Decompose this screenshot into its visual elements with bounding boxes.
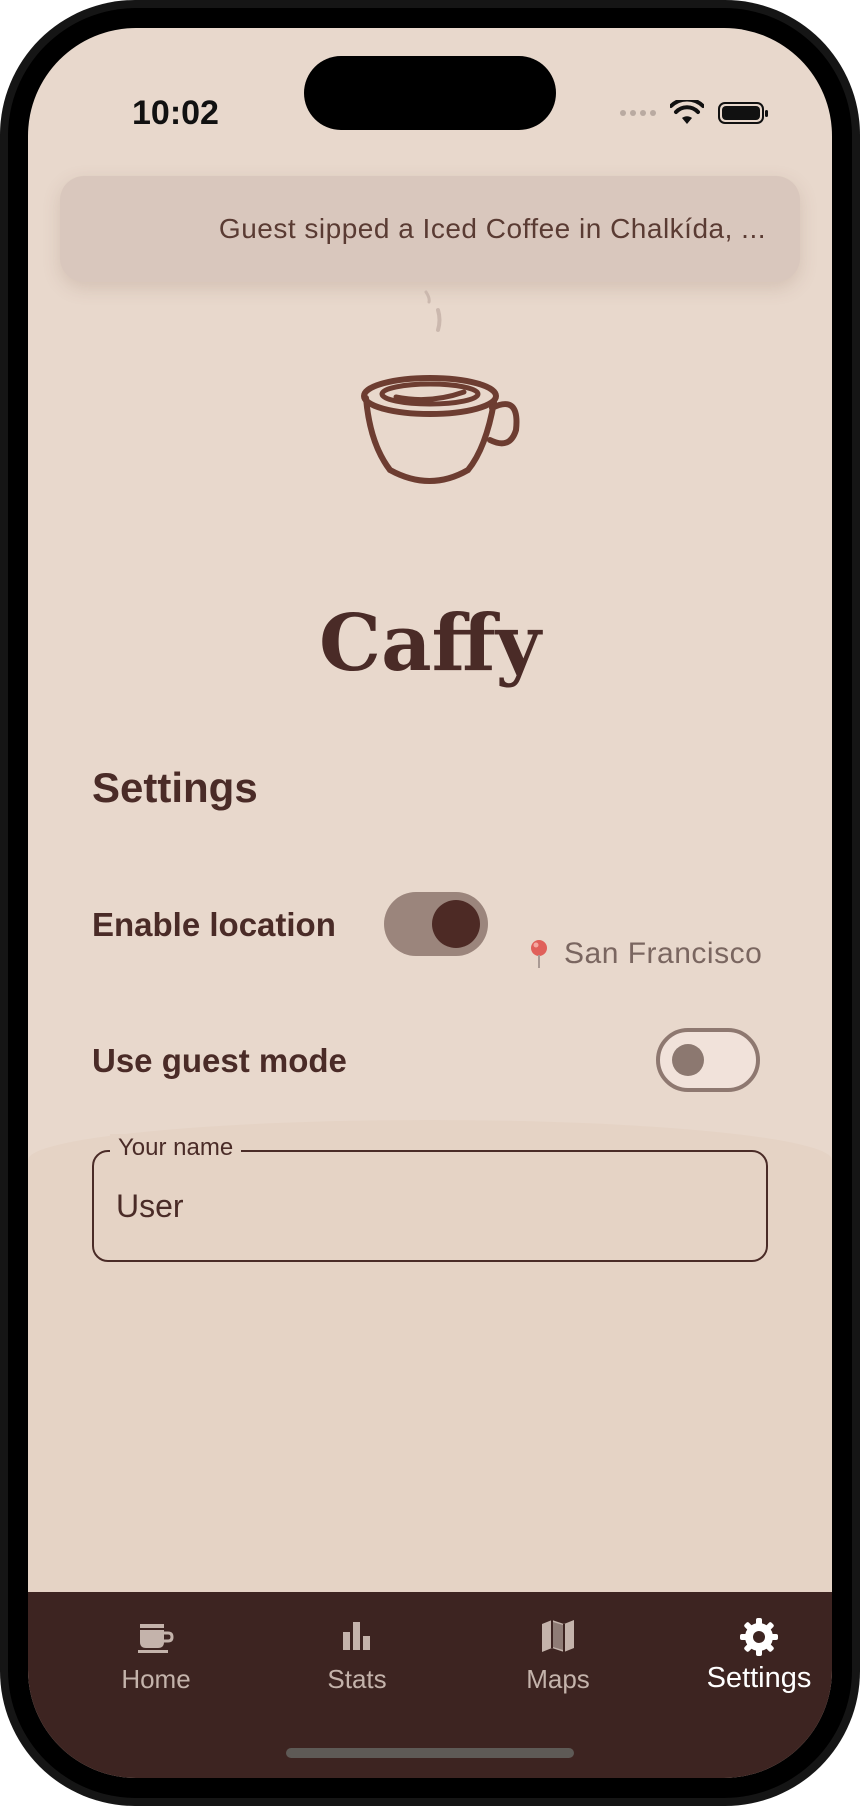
tab-stats[interactable]: Stats [277,1592,437,1702]
bar-chart-icon [343,1622,370,1650]
activity-banner[interactable]: Guest sipped a Iced Coffee in Chalkída, … [60,176,800,282]
guest-mode-label: Use guest mode [92,1042,347,1079]
location-pin-icon [531,940,547,968]
tab-maps[interactable]: Maps [478,1592,638,1702]
current-location: San Francisco [528,928,762,980]
status-icons [620,100,768,126]
toggle-knob [672,1044,704,1076]
location-city: San Francisco [564,937,763,970]
tab-stats-label: Stats [327,1664,387,1694]
map-icon [542,1620,574,1652]
toggle-knob [432,900,480,948]
tab-home-label: Home [121,1664,191,1694]
name-field[interactable]: Your name [92,1134,768,1262]
status-time: 10:02 [132,94,219,132]
battery-icon [718,102,768,124]
gear-icon [740,1618,778,1656]
steam-icon [424,290,442,332]
tab-maps-label: Maps [526,1664,590,1694]
guest-mode-toggle[interactable] [656,1028,760,1092]
wifi-icon [670,100,704,124]
app-screen: 10:02 Guest sipped a Iced Coffee in Chal… [28,28,832,1778]
home-indicator[interactable] [286,1748,574,1758]
cellular-signal-icon [620,110,656,116]
coffee-cup-icon [138,1624,174,1653]
name-input[interactable] [116,1152,716,1260]
tab-settings[interactable]: Settings [679,1592,832,1702]
activity-banner-text: Guest sipped a Iced Coffee in Chalkída, … [218,213,766,244]
enable-location-label: Enable location [92,906,336,943]
tab-settings-label: Settings [706,1662,812,1694]
app-title: Caffy [319,598,541,689]
coffee-cup-logo-icon [361,375,520,484]
dynamic-island [304,56,556,130]
enable-location-toggle[interactable] [384,892,488,956]
section-title: Settings [92,764,258,811]
tab-home[interactable]: Home [76,1592,236,1702]
